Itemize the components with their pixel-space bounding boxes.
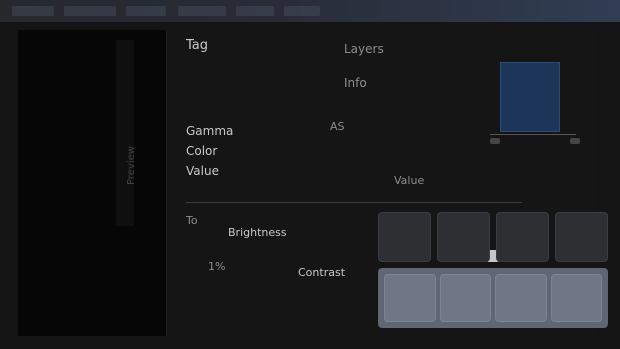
histogram-axis [490,134,576,135]
tab[interactable] [64,6,116,16]
left-panel: Preview [18,30,167,336]
histogram-tick [490,138,500,144]
swatch-cell[interactable] [384,274,436,322]
swatch-cell[interactable] [550,274,602,322]
right-header-line2: Info [344,76,367,90]
tab[interactable] [236,6,274,16]
bottom-label2: Brightness [228,226,287,239]
separator-line [186,202,522,203]
bottom-label4: Contrast [298,266,346,279]
swatch-row [378,212,608,262]
right-header-line1: Layers [344,42,384,56]
left-block-line2: Color [186,144,218,158]
title-bar [0,0,620,22]
tab[interactable] [284,6,320,16]
swatch-cell[interactable] [495,274,547,322]
bottom-label3: 1% [208,260,226,273]
swatch-row-selected [378,268,608,328]
misc-label-a: AS [330,120,345,133]
left-block-line1: Gamma [186,124,234,138]
misc-label-b: Value [394,174,425,187]
panel-divider [116,40,134,226]
swatch-grid [378,212,608,328]
swatch-cell[interactable] [378,212,431,262]
preview-histogram [480,40,585,160]
swatch-cell[interactable] [555,212,608,262]
histogram-tick [570,138,580,144]
bottom-label1: To [186,214,198,227]
main-title: Tag [186,38,209,53]
tab[interactable] [126,6,166,16]
swatch-cell[interactable] [496,212,549,262]
left-block-line3: Value [186,164,219,178]
swatch-cell[interactable] [439,274,491,322]
left-vertical-label: Preview [126,146,137,185]
app-window: Preview Tag Layers Info Gamma Color Valu… [0,0,620,349]
tab[interactable] [178,6,226,16]
tab[interactable] [12,6,54,16]
histogram-bar [500,62,560,132]
swatch-cell[interactable] [437,212,490,262]
